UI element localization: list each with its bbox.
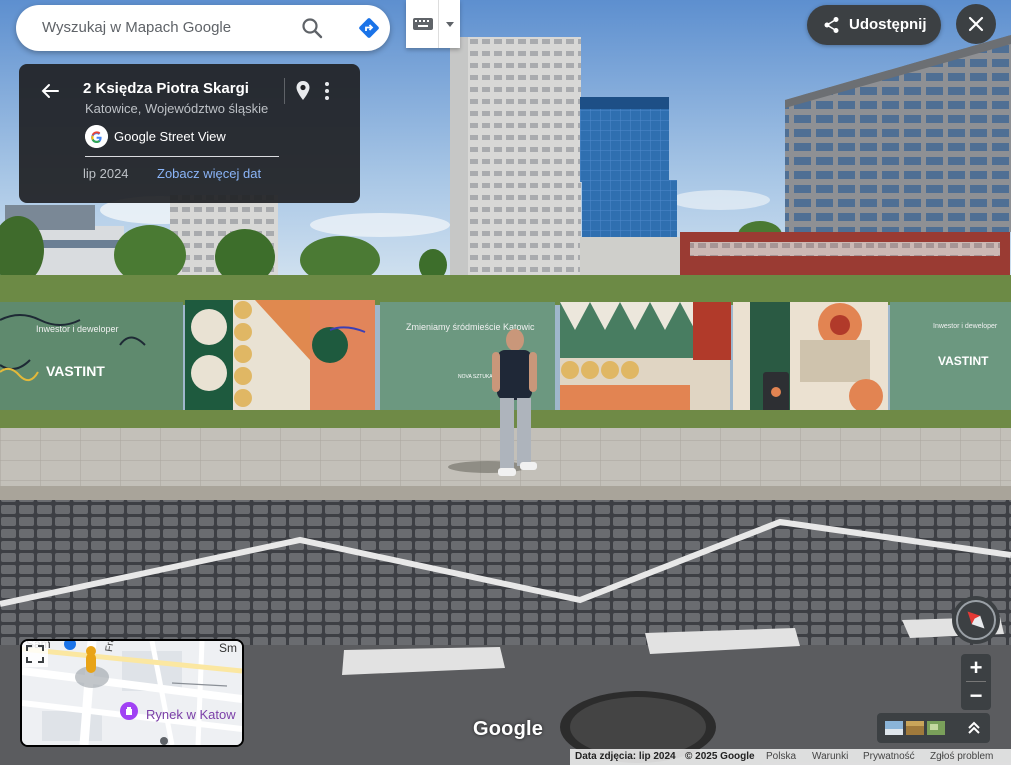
keyboard-shortcuts-button[interactable] [406,0,460,48]
footer-terms-link[interactable]: Warunki [812,751,848,762]
layer-thumbnail-icon [885,721,903,735]
close-icon [968,16,984,32]
capture-date: lip 2024 [83,166,129,181]
search-icon[interactable] [300,16,324,40]
minimap-label-sm: Sm [219,641,237,655]
zoom-in-button[interactable]: + [961,654,991,681]
attribution-footer: Data zdjęcia: lip 2024 © 2025 Google Pol… [570,749,1011,765]
footer-report-link[interactable]: Zgłoś problem [930,751,993,762]
card-divider [284,78,285,104]
google-logo-icon [85,125,108,148]
layer-thumbnail-icon [906,721,924,735]
close-button[interactable] [956,4,996,44]
chevron-up-double-icon [968,721,980,734]
compass-button[interactable] [952,596,1000,644]
see-more-dates-link[interactable]: Zobacz więcej dat [157,166,261,181]
keyboard-icon [413,18,433,30]
card-separator [85,156,279,157]
footer-capture-date: Data zdjęcia: lip 2024 [575,751,676,762]
compass-icon [956,600,996,640]
back-arrow-icon[interactable] [39,80,61,102]
directions-icon[interactable] [357,16,381,40]
fullscreen-icon[interactable] [22,641,48,667]
place-title: 2 Księdza Piotra Skargi [83,80,249,97]
share-button[interactable]: Udostępnij [807,5,941,45]
place-subtitle: Katowice, Województwo śląskie [85,101,269,116]
chevron-down-icon[interactable] [443,14,457,34]
more-options-icon[interactable] [320,80,334,102]
footer-privacy-link[interactable]: Prywatność [863,751,915,762]
minimap[interactable]: Sam Sm Franz Rynek w Katow [20,639,244,747]
hoarding-project-text: NOVA SZTUKA [458,374,493,380]
layer-thumbnail-icon [927,721,945,735]
keyboard-divider [438,0,439,48]
hoarding-brand-text: VASTINT [46,363,105,379]
share-label: Udostępnij [849,16,927,33]
footer-copyright: © 2025 Google [685,751,755,762]
map-pin-icon[interactable] [293,80,313,102]
search-box [16,5,390,51]
google-watermark: Google [473,718,544,740]
share-icon [824,17,839,33]
hoarding-brand-right-text: VASTINT [938,354,989,368]
hoarding-investor-right-text: Inwestor i deweloper [933,323,998,330]
zoom-out-button[interactable]: − [961,682,991,709]
zoom-controls: + − [961,654,991,710]
source-label: Google Street View [114,129,226,144]
hoarding-investor-text: Inwestor i deweloper [36,324,119,334]
imagery-layers-button[interactable] [877,713,990,743]
search-input[interactable] [40,18,284,37]
minimap-streets [22,641,242,745]
minimap-label-rynek: Rynek w Katow [146,707,236,722]
location-info-card: 2 Księdza Piotra Skargi Katowice, Wojewó… [19,64,360,203]
footer-country-link[interactable]: Polska [766,751,796,762]
